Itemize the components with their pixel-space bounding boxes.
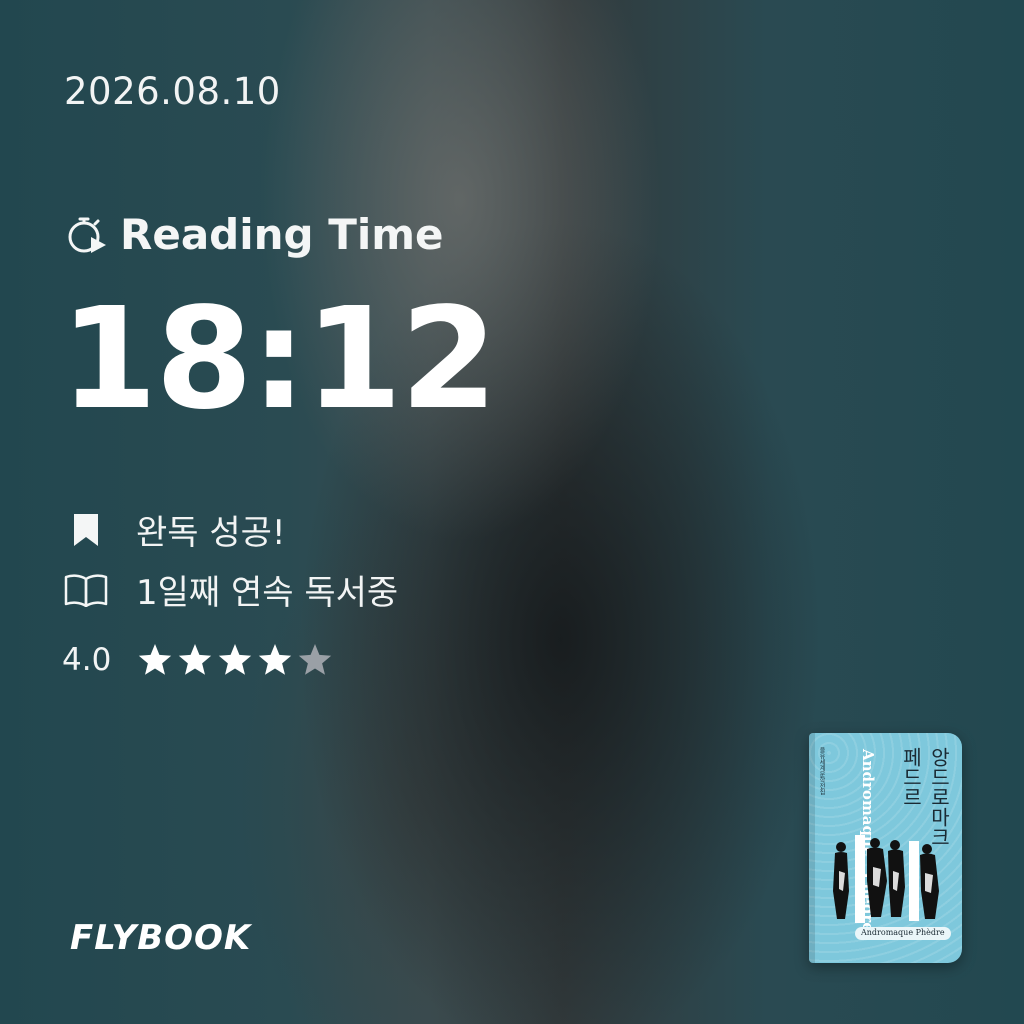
reading-date: 2026.08.10 (64, 70, 281, 113)
star-filled-icon (179, 644, 212, 675)
completion-status: 완독 성공! (64, 505, 286, 554)
book-cover-image: 을유세계문학전집 Andromaque · Phèdre 앙드로마크 페드르 A… (809, 733, 962, 963)
star-filled-icon (139, 644, 172, 675)
stopwatch-play-icon (64, 213, 108, 257)
cover-title-korean-2: 페드르 (899, 747, 923, 807)
rating-value: 4.0 (62, 642, 112, 678)
cover-bottom-label: Andromaque Phèdre (855, 927, 951, 940)
bookmark-icon (64, 510, 108, 550)
completion-text: 완독 성공! (136, 513, 286, 553)
streak-status: 1일째 연속 독서중 (64, 565, 398, 614)
flybook-logo: FLYBOOK (70, 918, 252, 958)
reading-time-header: Reading Time (64, 210, 444, 259)
star-empty-icon (299, 644, 332, 675)
streak-text: 1일째 연속 독서중 (136, 573, 399, 613)
star-filled-icon (259, 644, 292, 675)
reading-time-label: Reading Time (120, 210, 444, 259)
star-filled-icon (219, 644, 252, 675)
cover-series-text: 을유세계문학전집 (818, 747, 825, 795)
reading-time-value: 18:12 (60, 278, 498, 441)
rating-stars (135, 640, 335, 680)
book-rating: 4.0 (62, 640, 335, 680)
cover-illustration (831, 831, 943, 931)
reading-share-card: 2026.08.10 Reading Time 18:12 완독 성공! 1일째… (0, 0, 1024, 1024)
open-book-icon (64, 570, 108, 610)
